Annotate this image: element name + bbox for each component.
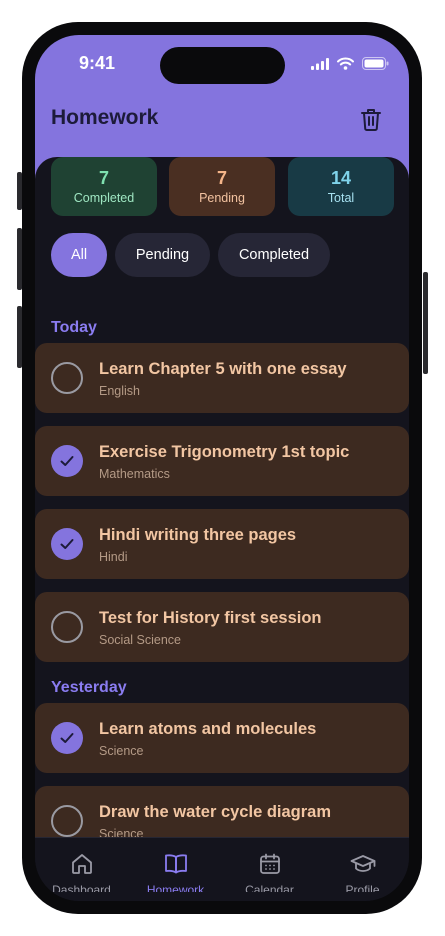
task-title: Test for History first session — [99, 609, 322, 627]
task-subject: Hindi — [99, 550, 128, 564]
task-subject: Mathematics — [99, 467, 170, 481]
graduation-cap-icon — [350, 855, 375, 872]
book-icon — [164, 854, 187, 874]
task-title: Learn atoms and molecules — [99, 720, 317, 738]
task-subject: Science — [99, 744, 144, 758]
task-checkbox[interactable] — [51, 722, 83, 754]
nav-dashboard-label: Dashboard — [52, 883, 111, 892]
nav-calendar-label: Calendar — [245, 883, 294, 892]
task-item[interactable]: Exercise Trigonometry 1st topic Mathemat… — [35, 426, 409, 496]
page-title: Homework — [51, 106, 159, 129]
task-checkbox[interactable] — [51, 611, 83, 643]
status-time: 9:41 — [79, 53, 116, 73]
nav-dashboard[interactable]: Dashboard — [35, 838, 128, 901]
stat-pending: 7 Pending — [169, 157, 275, 216]
task-checkbox[interactable] — [51, 445, 83, 477]
stat-total: 14 Total — [288, 157, 394, 216]
stat-total-label: Total — [327, 191, 355, 205]
trash-icon — [361, 109, 381, 131]
task-checkbox[interactable] — [51, 362, 83, 394]
task-title: Learn Chapter 5 with one essay — [99, 360, 347, 378]
task-title: Exercise Trigonometry 1st topic — [99, 443, 350, 461]
checkmark-icon — [60, 539, 74, 549]
screen: 9:41 Homework 7 Completed 7 Pending 14 T… — [35, 35, 409, 901]
nav-homework-label: Homework — [146, 883, 205, 892]
task-checkbox[interactable] — [51, 805, 83, 837]
battery-icon — [362, 57, 389, 70]
stat-total-value: 14 — [330, 168, 352, 188]
section-yesterday: Yesterday — [51, 679, 127, 696]
stat-pending-label: Pending — [199, 191, 245, 205]
task-checkbox[interactable] — [51, 528, 83, 560]
nav-profile-label: Profile — [345, 883, 380, 892]
task-subject: English — [99, 384, 140, 398]
section-today: Today — [51, 319, 97, 336]
nav-homework[interactable]: Homework — [129, 838, 222, 901]
status-icons — [311, 57, 389, 70]
power-button — [423, 272, 428, 374]
delete-button[interactable] — [358, 105, 384, 133]
checkmark-icon — [60, 733, 74, 743]
signal-icon — [311, 57, 329, 70]
task-title: Hindi writing three pages — [99, 526, 297, 544]
task-item[interactable]: Learn Chapter 5 with one essay English — [35, 343, 409, 413]
checkmark-icon — [60, 456, 74, 466]
calendar-icon — [259, 853, 280, 874]
filter-all[interactable]: All — [51, 233, 107, 277]
home-icon — [71, 854, 92, 874]
stat-completed: 7 Completed — [51, 157, 157, 216]
nav-profile[interactable]: Profile — [316, 838, 409, 901]
stat-completed-label: Completed — [73, 191, 135, 205]
phone-frame: 9:41 Homework 7 Completed 7 Pending 14 T… — [22, 22, 422, 914]
dynamic-island — [160, 47, 285, 84]
task-item[interactable]: Test for History first session Social Sc… — [35, 592, 409, 662]
wifi-icon — [337, 57, 354, 70]
filter-pending[interactable]: Pending — [115, 233, 210, 277]
task-item[interactable]: Learn atoms and molecules Science — [35, 703, 409, 773]
task-subject: Social Science — [99, 633, 181, 647]
nav-calendar[interactable]: Calendar — [223, 838, 316, 901]
filter-completed[interactable]: Completed — [218, 233, 330, 277]
stat-completed-value: 7 — [98, 168, 109, 188]
task-title: Draw the water cycle diagram — [99, 803, 332, 821]
bottom-nav: Dashboard Homework Calendar Profile — [35, 837, 409, 901]
stat-pending-value: 7 — [216, 168, 227, 188]
task-item[interactable]: Hindi writing three pages Hindi — [35, 509, 409, 579]
